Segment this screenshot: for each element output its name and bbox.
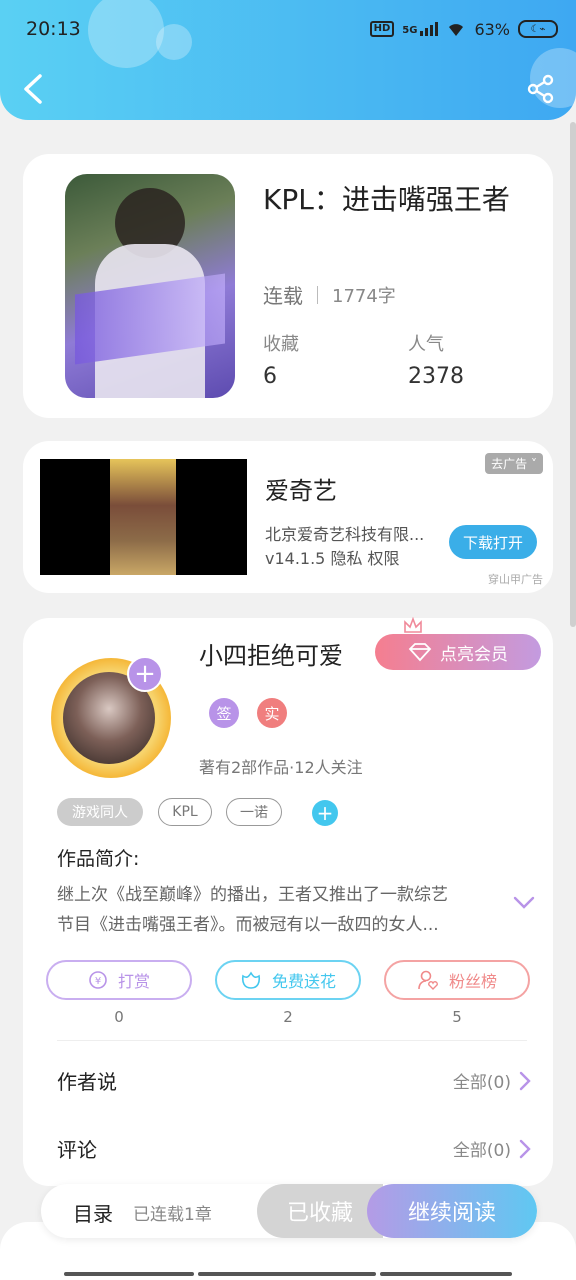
add-tag-icon[interactable]: + bbox=[312, 800, 338, 826]
collected-button[interactable]: 已收藏 bbox=[257, 1184, 383, 1238]
toc-button[interactable]: 目录 bbox=[73, 1198, 113, 1227]
gesture-bar bbox=[198, 1272, 376, 1276]
status-bar: 20:13 HD 5G 63% ☾⌁ bbox=[26, 14, 558, 44]
author-says-title[interactable]: 作者说 bbox=[57, 1066, 117, 1095]
coin-icon: ¥ bbox=[89, 971, 107, 989]
signal-icon: 5G bbox=[402, 22, 439, 36]
tag-item[interactable]: KPL bbox=[158, 798, 212, 826]
tag-item[interactable]: 游戏同人 bbox=[57, 798, 143, 826]
comments-all[interactable]: 全部(0) bbox=[453, 1136, 531, 1161]
fans-label: 粉丝榜 bbox=[448, 972, 497, 991]
popularity-label: 人气 bbox=[408, 334, 444, 355]
author-works: 著有2部作品·12人关注 bbox=[199, 758, 363, 777]
author-name: 小四拒绝可爱 bbox=[199, 642, 343, 670]
author-card: + 小四拒绝可爱 点亮会员 签 实 著有2部作品·12人关注 游戏同人 KPL … bbox=[23, 616, 553, 1186]
intro-line: 节目《进击嘴强王者》。而被冠有以一敌四的女人... bbox=[57, 915, 439, 935]
bottom-action-bar: 目录 已连载1章 已收藏 继续阅读 bbox=[41, 1184, 537, 1238]
intro-label: 作品简介: bbox=[57, 848, 140, 870]
continue-reading-button[interactable]: 继续阅读 bbox=[367, 1184, 537, 1238]
remove-ad-button[interactable]: 去广告 ˅ bbox=[485, 453, 543, 474]
wifi-icon bbox=[449, 24, 464, 36]
chevron-right-icon bbox=[519, 1139, 531, 1158]
diamond-icon bbox=[408, 643, 432, 662]
tag-item[interactable]: 一诺 bbox=[226, 798, 282, 826]
header: 20:13 HD 5G 63% ☾⌁ bbox=[0, 0, 576, 120]
send-flower-button[interactable]: 免费送花 bbox=[215, 960, 361, 1000]
book-status: 连载 bbox=[263, 284, 303, 308]
svg-text:¥: ¥ bbox=[95, 976, 101, 987]
author-says-all-label: 全部(0) bbox=[452, 1073, 511, 1093]
word-count: 1774字 bbox=[332, 285, 396, 307]
status-time: 20:13 bbox=[26, 18, 81, 40]
fans-count: 5 bbox=[452, 1008, 462, 1026]
follow-plus-icon[interactable]: + bbox=[127, 656, 163, 692]
ad-company: 北京爱奇艺科技有限... bbox=[265, 525, 425, 544]
chevron-down-icon[interactable] bbox=[513, 896, 535, 910]
chapter-count: 已连载1章 bbox=[133, 1205, 212, 1225]
author-says-all[interactable]: 全部(0) bbox=[453, 1068, 531, 1093]
gesture-bar bbox=[64, 1272, 194, 1276]
book-status-row: 连载 1774字 bbox=[263, 280, 396, 309]
scrollbar[interactable] bbox=[570, 122, 576, 627]
back-icon[interactable] bbox=[20, 72, 46, 106]
flower-icon bbox=[241, 971, 261, 989]
sign-badge: 签 bbox=[209, 698, 239, 728]
hd-icon: HD bbox=[369, 21, 395, 37]
divider bbox=[57, 1040, 527, 1041]
ad-download-button[interactable]: 下载打开 bbox=[449, 525, 537, 559]
book-info-card: KPL：进击嘴强王者 连载 1774字 收藏 6 人气 2378 bbox=[23, 154, 553, 418]
flower-label: 免费送花 bbox=[271, 972, 336, 991]
favorites-label: 收藏 bbox=[263, 334, 299, 355]
network-label: 5G bbox=[402, 25, 418, 36]
ad-app-name: 爱奇艺 bbox=[265, 477, 337, 505]
reward-count: 0 bbox=[114, 1008, 124, 1026]
comments-all-label: 全部(0) bbox=[452, 1141, 511, 1161]
crown-icon bbox=[404, 616, 422, 633]
real-name-badge: 实 bbox=[257, 698, 287, 728]
reward-button[interactable]: ¥ 打赏 bbox=[46, 960, 192, 1000]
book-title: KPL：进击嘴强王者 bbox=[263, 183, 510, 216]
battery-icon: ☾⌁ bbox=[518, 20, 558, 38]
ad-source: 穿山甲广告 bbox=[488, 573, 543, 586]
comments-title[interactable]: 评论 bbox=[57, 1134, 97, 1163]
battery-percent: 63% bbox=[474, 19, 510, 39]
ad-card[interactable]: 爱奇艺 北京爱奇艺科技有限... v14.1.5 隐私 权限 去广告 ˅ 下载打… bbox=[23, 441, 553, 593]
vip-label: 点亮会员 bbox=[440, 644, 508, 665]
popularity-value: 2378 bbox=[408, 364, 464, 389]
vip-button[interactable]: 点亮会员 bbox=[375, 634, 541, 670]
reward-label: 打赏 bbox=[117, 972, 150, 991]
ad-meta[interactable]: v14.1.5 隐私 权限 bbox=[265, 545, 400, 569]
user-heart-icon bbox=[418, 970, 438, 990]
remove-ad-label: 去广告 bbox=[491, 457, 528, 471]
intro-line: 继上次《战至巅峰》的播出，王者又推出了一款综艺 bbox=[57, 885, 448, 905]
book-cover[interactable] bbox=[65, 174, 235, 398]
share-icon[interactable] bbox=[526, 74, 556, 104]
intro-text[interactable]: 继上次《战至巅峰》的播出，王者又推出了一款综艺 节目《进击嘴强王者》。而被冠有以… bbox=[57, 880, 487, 940]
gesture-bar bbox=[380, 1272, 512, 1276]
chevron-right-icon bbox=[519, 1071, 531, 1090]
fans-rank-button[interactable]: 粉丝榜 bbox=[384, 960, 530, 1000]
flower-count: 2 bbox=[283, 1008, 293, 1026]
ad-video[interactable] bbox=[40, 459, 247, 575]
favorites-value: 6 bbox=[263, 364, 277, 389]
